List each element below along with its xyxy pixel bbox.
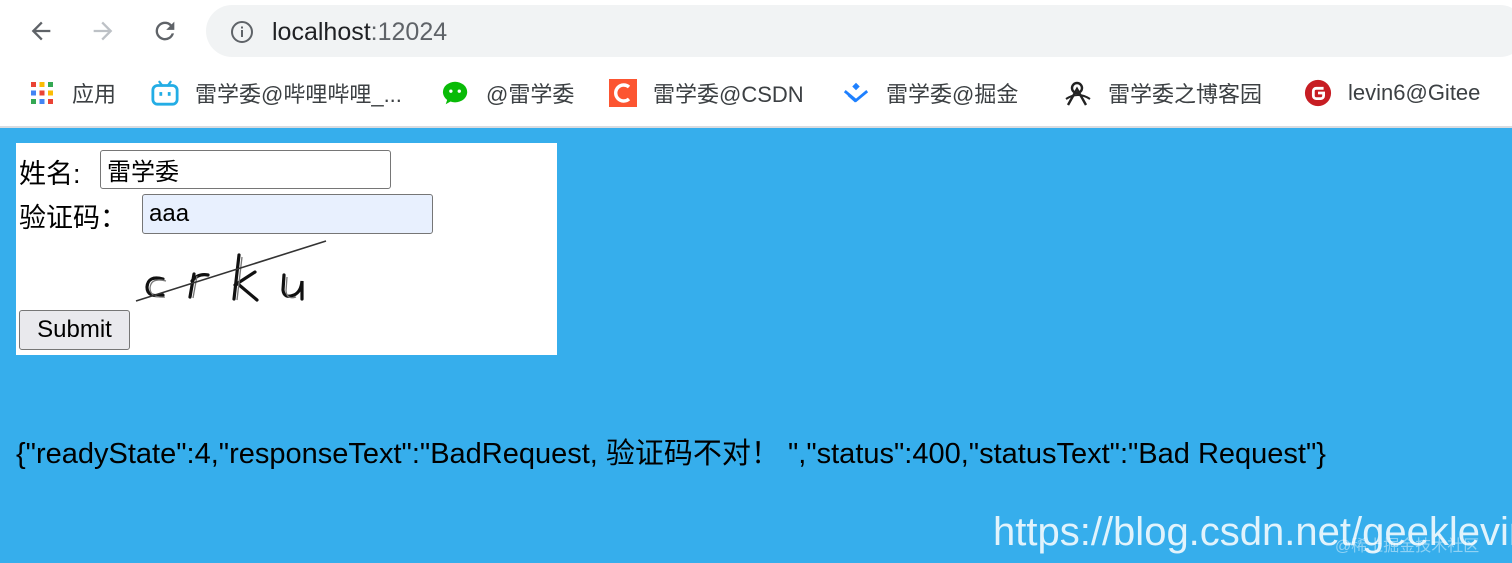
bookmark-apps[interactable]: 应用 [28, 76, 116, 110]
back-button[interactable] [24, 14, 58, 48]
name-input[interactable] [100, 150, 391, 189]
bookmark-label: 雷学委@CSDN [653, 82, 804, 107]
back-arrow-icon [31, 21, 51, 41]
bookmark-label: 雷学委@掘金 [886, 82, 1019, 107]
gitee-icon [1304, 79, 1332, 107]
bookmark-csdn[interactable]: 雷学委@CSDN [609, 76, 804, 110]
bookmark-cnblogs[interactable]: 雷学委之博客园 [1064, 76, 1262, 110]
csdn-icon [609, 79, 637, 107]
name-label: 姓名: [19, 159, 81, 189]
captcha-label: 验证码： [19, 203, 127, 233]
bookmark-label: 雷学委@哔哩哔哩_... [195, 82, 402, 107]
bookmark-wechat[interactable]: @雷学委 [442, 76, 574, 110]
wechat-icon [442, 79, 470, 107]
bookmark-label: 雷学委之博客园 [1108, 82, 1263, 107]
url-host: localhost [272, 18, 371, 46]
bookmark-label: @雷学委 [486, 82, 575, 107]
submit-button[interactable]: Submit [19, 310, 130, 350]
url-port: :12024 [370, 18, 448, 46]
watermark-sub-text: @稀土掘金技术社区 [1335, 538, 1480, 555]
reload-icon [155, 21, 175, 41]
apps-grid-icon [28, 79, 56, 107]
cnblogs-icon [1064, 79, 1092, 107]
address-bar[interactable]: localhost:12024 [206, 5, 1512, 57]
forward-arrow-icon [93, 21, 113, 41]
browser-toolbar: localhost:12024 [0, 0, 1512, 62]
bookmarks-bar: 应用 雷学委@哔哩哔哩_... @雷学委 雷学委@CSDN 雷学委@掘金 雷学委… [0, 62, 1512, 128]
captcha-image [135, 240, 327, 302]
bilibili-icon [151, 79, 179, 107]
captcha-form: 姓名: 验证码： Submit [16, 143, 557, 355]
url-text: localhost:12024 [272, 18, 447, 47]
bookmark-label: 应用 [72, 82, 117, 107]
bookmark-juejin[interactable]: 雷学委@掘金 [842, 76, 1018, 110]
captcha-input[interactable] [142, 194, 433, 234]
reload-button[interactable] [148, 14, 182, 48]
info-icon[interactable] [230, 20, 254, 49]
bookmark-gitee[interactable]: levin6@Gitee [1304, 76, 1480, 110]
page-content: 姓名: 验证码： Submit {"readyState":4,"respons… [0, 128, 1512, 563]
response-output: {"readyState":4,"responseText":"BadReque… [16, 438, 1326, 470]
forward-button[interactable] [86, 14, 120, 48]
juejin-icon [842, 79, 870, 107]
bookmark-label: levin6@Gitee [1348, 80, 1481, 105]
bookmark-bilibili[interactable]: 雷学委@哔哩哔哩_... [151, 76, 402, 110]
